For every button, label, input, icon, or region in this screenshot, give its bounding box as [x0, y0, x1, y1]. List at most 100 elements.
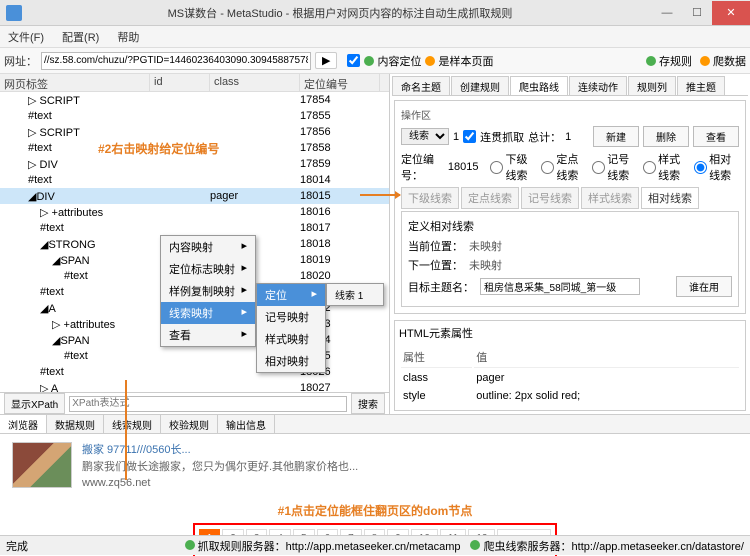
- listing-link[interactable]: 搬家 97711///0560长...: [82, 442, 358, 459]
- radio-4[interactable]: 相对线索: [694, 151, 739, 183]
- subtab-2[interactable]: 记号线索: [521, 187, 579, 209]
- orange-dot-icon: [700, 56, 710, 66]
- annotation-arrow-1: [360, 194, 400, 196]
- ctxmenu-item[interactable]: 定位标志映射▸: [161, 258, 255, 280]
- opzone-title: 操作区: [401, 107, 739, 122]
- submenu-item[interactable]: 样式映射: [257, 328, 325, 350]
- table-row[interactable]: styleoutline: 2px solid red;: [401, 388, 739, 404]
- menu-file[interactable]: 文件(F): [4, 27, 48, 47]
- crawl-data-button[interactable]: 爬数据: [700, 53, 746, 69]
- view-button[interactable]: 查看: [693, 126, 739, 147]
- next-pos-label: 下一位置：: [408, 257, 463, 273]
- next-pos-value: 未映射: [469, 257, 502, 273]
- cur-pos-value: 未映射: [469, 238, 502, 254]
- subtab-1[interactable]: 定点线索: [461, 187, 519, 209]
- right-tabs: 命名主题创建规则爬虫路线连续动作规则列推主题: [392, 76, 748, 96]
- tree-row[interactable]: #text18025: [0, 348, 389, 364]
- tab-1[interactable]: 创建规则: [451, 76, 509, 95]
- tree-row[interactable]: ▷ A18027: [0, 380, 389, 392]
- submenu-item-clue1[interactable]: 线索 1: [327, 284, 383, 305]
- radio-3[interactable]: 样式线索: [643, 151, 688, 183]
- btab-0[interactable]: 浏览器: [0, 415, 47, 433]
- continuous-crawl-checkbox[interactable]: [463, 130, 476, 143]
- annotation-2: #2右击映射给定位编号: [98, 140, 219, 157]
- green-dot-icon: [364, 56, 374, 66]
- tree-row[interactable]: #text18014: [0, 172, 389, 188]
- submenu-item[interactable]: 定位▸: [257, 284, 325, 306]
- target-theme-label: 目标主题名：: [408, 279, 474, 295]
- delete-button[interactable]: 删除: [643, 126, 689, 147]
- clue-server: 爬虫线索服务器：http://app.metaseeker.cn/datasto…: [470, 538, 744, 554]
- ctxmenu-item[interactable]: 样例复制映射▸: [161, 280, 255, 302]
- xpath-search-button[interactable]: 搜索: [351, 393, 385, 414]
- tree-header: 网页标签 id class 定位编号: [0, 74, 389, 92]
- window-title: MS谋数台 - MetaStudio - 根据用户对网页内容的标注自动生成抓取规…: [28, 5, 652, 21]
- cur-pos-label: 当前位置：: [408, 238, 463, 254]
- save-rule-button[interactable]: 存规则: [646, 53, 692, 69]
- show-xpath-button[interactable]: 显示XPath: [4, 393, 65, 414]
- submenu-item[interactable]: 记号映射: [257, 306, 325, 328]
- btab-3[interactable]: 校验规则: [161, 415, 218, 433]
- quick-checkbox[interactable]: [347, 54, 360, 67]
- ctxmenu-item[interactable]: 内容映射▸: [161, 236, 255, 258]
- radio-0[interactable]: 下级线索: [490, 151, 535, 183]
- ctxmenu-item[interactable]: 查看▸: [161, 324, 255, 346]
- toolbar: 网址： ▶ 内容定位 是样本页面 存规则 爬数据: [0, 48, 750, 74]
- window-controls: — ☐ ✕: [652, 1, 750, 25]
- browser-preview: 搬家 97711///0560长... 鹏家我们做长途搬家，您只为偶尔更好.其他…: [0, 434, 750, 500]
- tree-row[interactable]: ▷ SCRIPT17854: [0, 92, 389, 108]
- sample-page-badge[interactable]: 是样本页面: [425, 53, 493, 69]
- app-icon: [6, 5, 22, 21]
- tree-row[interactable]: #text18026: [0, 364, 389, 380]
- tab-3[interactable]: 连续动作: [569, 76, 627, 95]
- target-theme-input[interactable]: [480, 278, 640, 295]
- content-locate-badge[interactable]: 内容定位: [364, 53, 421, 69]
- clue-select[interactable]: 线索: [401, 128, 449, 145]
- tab-2[interactable]: 爬虫路线: [510, 76, 568, 95]
- continuous-label: 连贯抓取: [480, 129, 524, 145]
- rule-server: 抓取规则服务器：http://app.metaseeker.cn/metacam…: [185, 538, 461, 554]
- minimize-button[interactable]: —: [652, 1, 682, 25]
- listing-text: 搬家 97711///0560长... 鹏家我们做长途搬家，您只为偶尔更好.其他…: [82, 442, 358, 492]
- go-button[interactable]: ▶: [315, 52, 337, 69]
- listing-thumbnail[interactable]: [12, 442, 72, 488]
- new-button[interactable]: 新建: [593, 126, 639, 147]
- green-dot-icon: [646, 56, 656, 66]
- close-button[interactable]: ✕: [712, 1, 750, 25]
- radio-1[interactable]: 定点线索: [541, 151, 586, 183]
- col-tag[interactable]: 网页标签: [0, 74, 150, 91]
- orange-dot-icon: [425, 56, 435, 66]
- attr-col: 属性: [401, 347, 472, 368]
- subtab-0[interactable]: 下级线索: [401, 187, 459, 209]
- menu-help[interactable]: 帮助: [113, 27, 143, 47]
- tree-row[interactable]: ▷ DIV17859: [0, 156, 389, 172]
- tree-row[interactable]: #text17855: [0, 108, 389, 124]
- menu-config[interactable]: 配置(R): [58, 27, 103, 47]
- col-id[interactable]: id: [150, 74, 210, 91]
- maximize-button[interactable]: ☐: [682, 1, 712, 25]
- tab-4[interactable]: 规则列: [628, 76, 676, 95]
- tree-row[interactable]: ▷ +attributes18016: [0, 204, 389, 220]
- ctxmenu-item[interactable]: 线索映射▸: [161, 302, 255, 324]
- clue-value: 1: [453, 131, 459, 143]
- tab-5[interactable]: 推主题: [677, 76, 725, 95]
- tree-row[interactable]: ▷ SCRIPT17856: [0, 124, 389, 140]
- loc-value: 18015: [448, 161, 479, 173]
- table-row[interactable]: classpager: [401, 370, 739, 386]
- subtab-4[interactable]: 相对线索: [641, 187, 699, 209]
- btab-4[interactable]: 输出信息: [218, 415, 275, 433]
- url-input[interactable]: [41, 52, 311, 70]
- col-locnum[interactable]: 定位编号: [300, 74, 380, 91]
- tree-row[interactable]: #text18017: [0, 220, 389, 236]
- col-class[interactable]: class: [210, 74, 300, 91]
- tree-row[interactable]: ◢DIVpager18015: [0, 188, 389, 204]
- xpath-input[interactable]: [69, 396, 347, 412]
- tab-0[interactable]: 命名主题: [392, 76, 450, 95]
- btab-2[interactable]: 线索规则: [104, 415, 161, 433]
- val-col: 值: [474, 347, 739, 368]
- who-uses-button[interactable]: 谁在用: [676, 276, 732, 297]
- submenu-item[interactable]: 相对映射: [257, 350, 325, 372]
- subtab-3[interactable]: 样式线索: [581, 187, 639, 209]
- btab-1[interactable]: 数据规则: [47, 415, 104, 433]
- radio-2[interactable]: 记号线索: [592, 151, 637, 183]
